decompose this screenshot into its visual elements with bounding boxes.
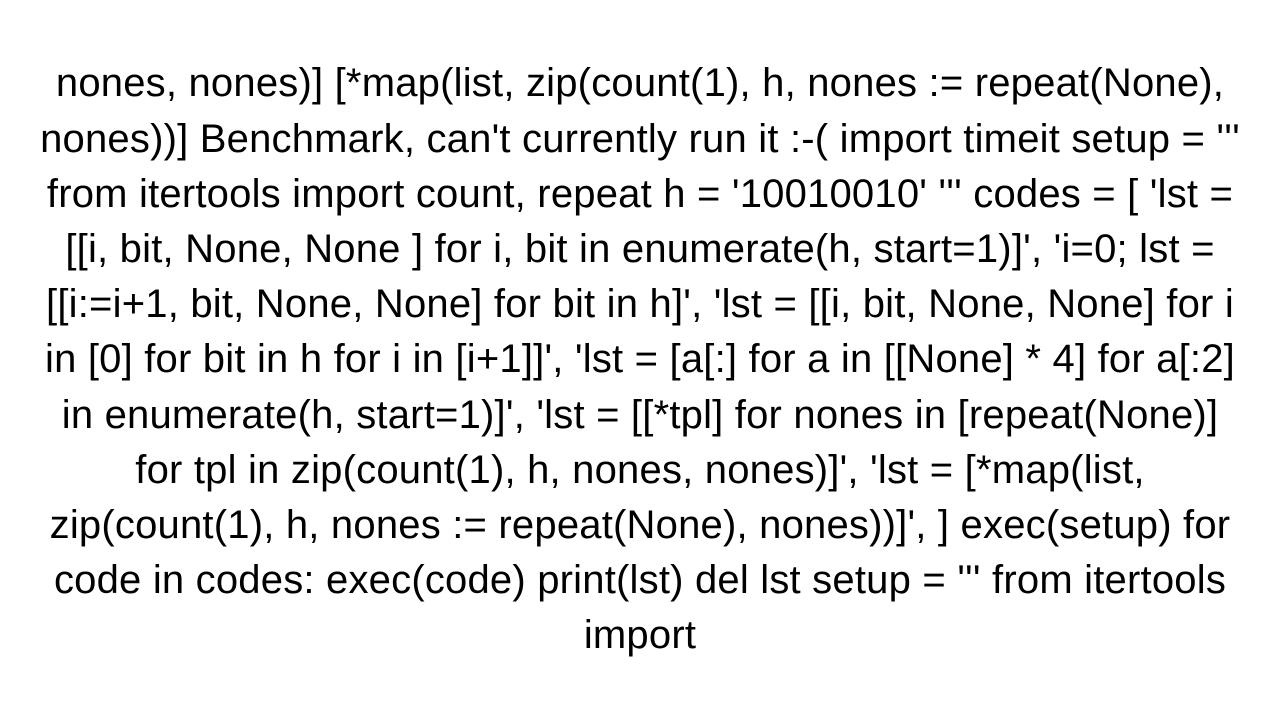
code-text-block: nones, nones)] [*map(list, zip(count(1),…: [40, 56, 1240, 663]
